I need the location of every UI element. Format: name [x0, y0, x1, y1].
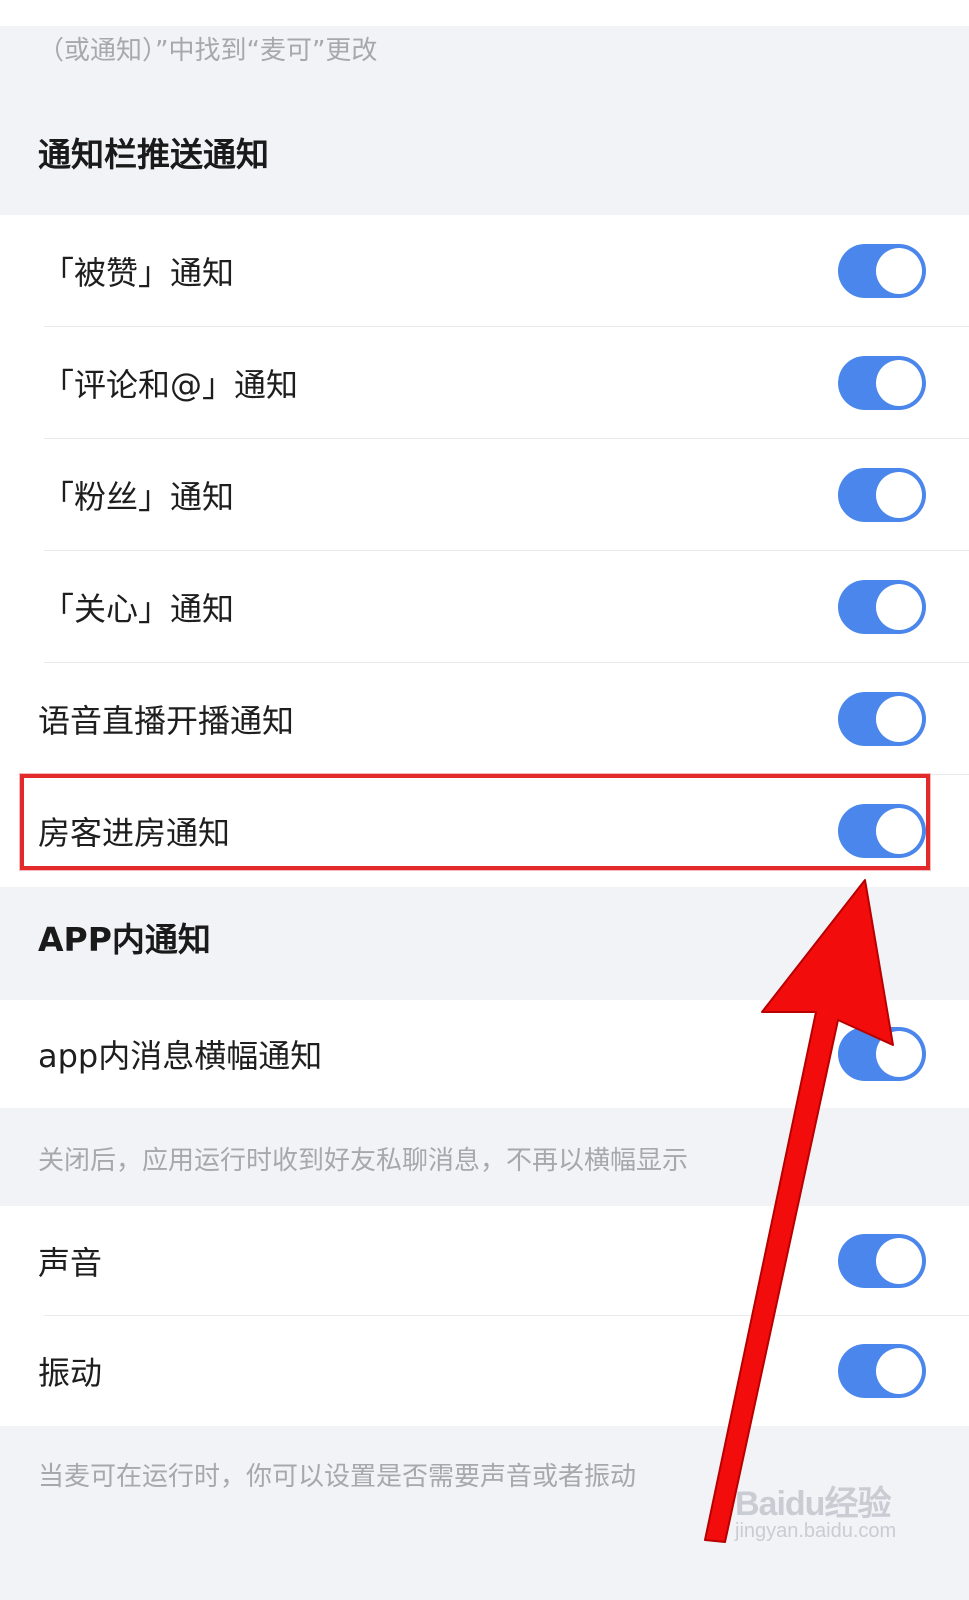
section-title-push: 通知栏推送通知 — [38, 135, 269, 174]
top-hint-text: （或通知）”中找到“麦可”更改 — [38, 36, 378, 66]
sound-hint-text: 当麦可在运行时，你可以设置是否需要声音或者振动 — [38, 1462, 637, 1492]
toggle-knob — [876, 248, 922, 294]
sound-toggle[interactable] — [838, 1234, 926, 1288]
setting-label-vibrate: 振动 — [38, 1354, 103, 1392]
comments-toggle[interactable] — [838, 356, 926, 410]
setting-label-comments: 「评论和@」通知 — [42, 366, 299, 404]
live-start-toggle[interactable] — [838, 692, 926, 746]
toggle-knob — [876, 1348, 922, 1394]
toggle-knob — [876, 1238, 922, 1284]
setting-label-fans: 「粉丝」通知 — [42, 478, 235, 516]
highlight-box — [20, 774, 930, 870]
toggle-knob — [876, 696, 922, 742]
section-title-inapp: APP内通知 — [38, 920, 211, 959]
setting-label-live-start: 语音直播开播通知 — [38, 702, 295, 740]
sound-settings-group: 声音 振动 — [0, 1206, 969, 1426]
top-bar — [0, 0, 969, 26]
watermark-main: Baidu经验 — [735, 1485, 891, 1523]
vibrate-toggle[interactable] — [838, 1344, 926, 1398]
setting-label-banner: app内消息横幅通知 — [38, 1037, 323, 1075]
setting-label-likes: 「被赞」通知 — [42, 254, 235, 292]
toggle-knob — [876, 584, 922, 630]
likes-toggle[interactable] — [838, 244, 926, 298]
setting-row-comments[interactable]: 「评论和@」通知 — [0, 327, 969, 439]
banner-hint-text: 关闭后，应用运行时收到好友私聊消息，不再以横幅显示 — [38, 1146, 689, 1176]
fans-toggle[interactable] — [838, 468, 926, 522]
setting-row-care[interactable]: 「关心」通知 — [0, 551, 969, 663]
toggle-knob — [876, 472, 922, 518]
care-toggle[interactable] — [838, 580, 926, 634]
watermark-sub: jingyan.baidu.com — [735, 1520, 897, 1542]
inapp-settings-group: app内消息横幅通知 — [0, 1000, 969, 1108]
setting-label-sound: 声音 — [38, 1244, 103, 1282]
setting-row-live-start[interactable]: 语音直播开播通知 — [0, 663, 969, 775]
toggle-knob — [876, 1031, 922, 1077]
setting-label-care: 「关心」通知 — [42, 590, 235, 628]
setting-row-sound[interactable]: 声音 — [0, 1206, 969, 1316]
toggle-knob — [876, 360, 922, 406]
setting-row-fans[interactable]: 「粉丝」通知 — [0, 439, 969, 551]
setting-row-banner[interactable]: app内消息横幅通知 — [0, 1000, 969, 1108]
setting-row-likes[interactable]: 「被赞」通知 — [0, 215, 969, 327]
watermark: Baidu经验 jingyan.baidu.com — [735, 1460, 945, 1580]
banner-toggle[interactable] — [838, 1027, 926, 1081]
setting-row-vibrate[interactable]: 振动 — [0, 1316, 969, 1426]
